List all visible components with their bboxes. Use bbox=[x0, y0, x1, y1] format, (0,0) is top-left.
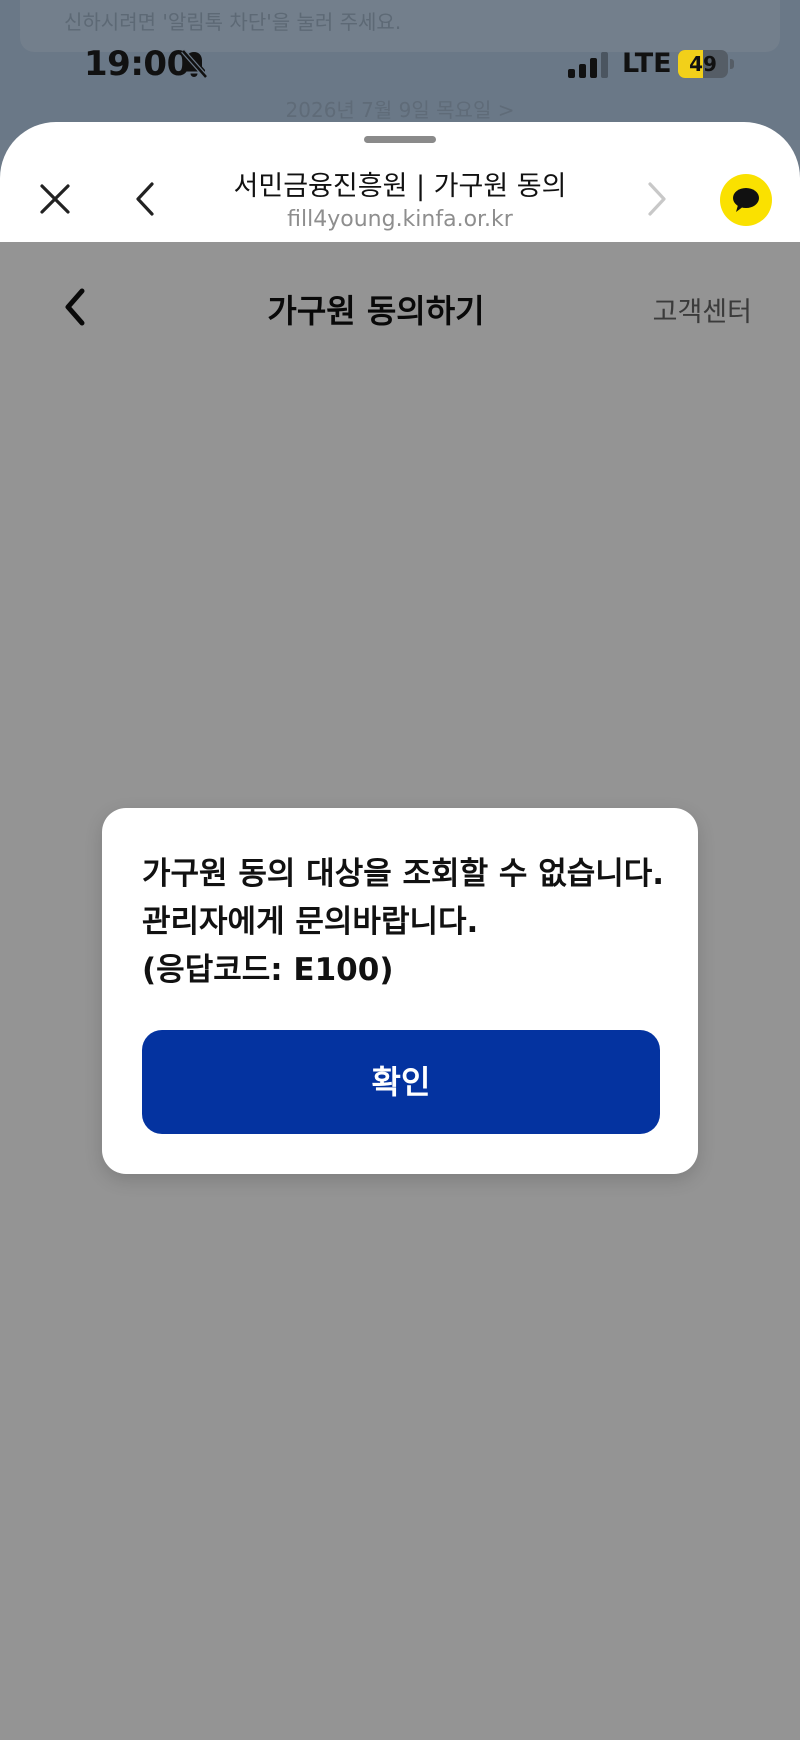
browser-page-title: 서민금융진흥원 | 가구원 동의 bbox=[233, 171, 567, 202]
banner-text: 신하시려면 '알림톡 차단'을 눌러 주세요. bbox=[64, 10, 402, 34]
confirm-button[interactable]: 확인 bbox=[142, 1030, 660, 1134]
dialog-message-line: 가구원 동의 대상을 조회할 수 없습니다. bbox=[142, 856, 665, 892]
dialog-message-line: 관리자에게 문의바랍니다. bbox=[142, 904, 479, 940]
status-time: 19:00 bbox=[84, 44, 190, 84]
bell-slash-icon bbox=[181, 49, 208, 79]
chat-bubble-icon bbox=[733, 188, 759, 212]
dialog-message-line: (응답코드: E100) bbox=[142, 952, 394, 988]
dialog-message: 가구원 동의 대상을 조회할 수 없습니다. 관리자에게 문의바랍니다. (응답… bbox=[142, 850, 672, 994]
chevron-left-icon[interactable] bbox=[124, 174, 168, 226]
error-dialog: 가구원 동의 대상을 조회할 수 없습니다. 관리자에게 문의바랍니다. (응답… bbox=[102, 808, 698, 1174]
browser-toolbar: 서민금융진흥원 | 가구원 동의 fill4young.kinfa.or.kr bbox=[0, 122, 800, 242]
network-type: LTE bbox=[622, 48, 672, 79]
chevron-right-icon[interactable] bbox=[634, 174, 678, 226]
background-date: 2026년 7월 9일 목요일 > bbox=[285, 98, 515, 122]
signal-icon bbox=[568, 52, 608, 78]
kakao-chat-button[interactable] bbox=[720, 174, 772, 226]
battery-percent: 49 bbox=[689, 52, 717, 76]
battery-indicator: 49 bbox=[678, 50, 734, 78]
close-icon[interactable] bbox=[30, 174, 82, 226]
browser-title-area: 서민금융진흥원 | 가구원 동의 fill4young.kinfa.or.kr bbox=[180, 164, 620, 232]
browser-url: fill4young.kinfa.or.kr bbox=[287, 207, 513, 232]
